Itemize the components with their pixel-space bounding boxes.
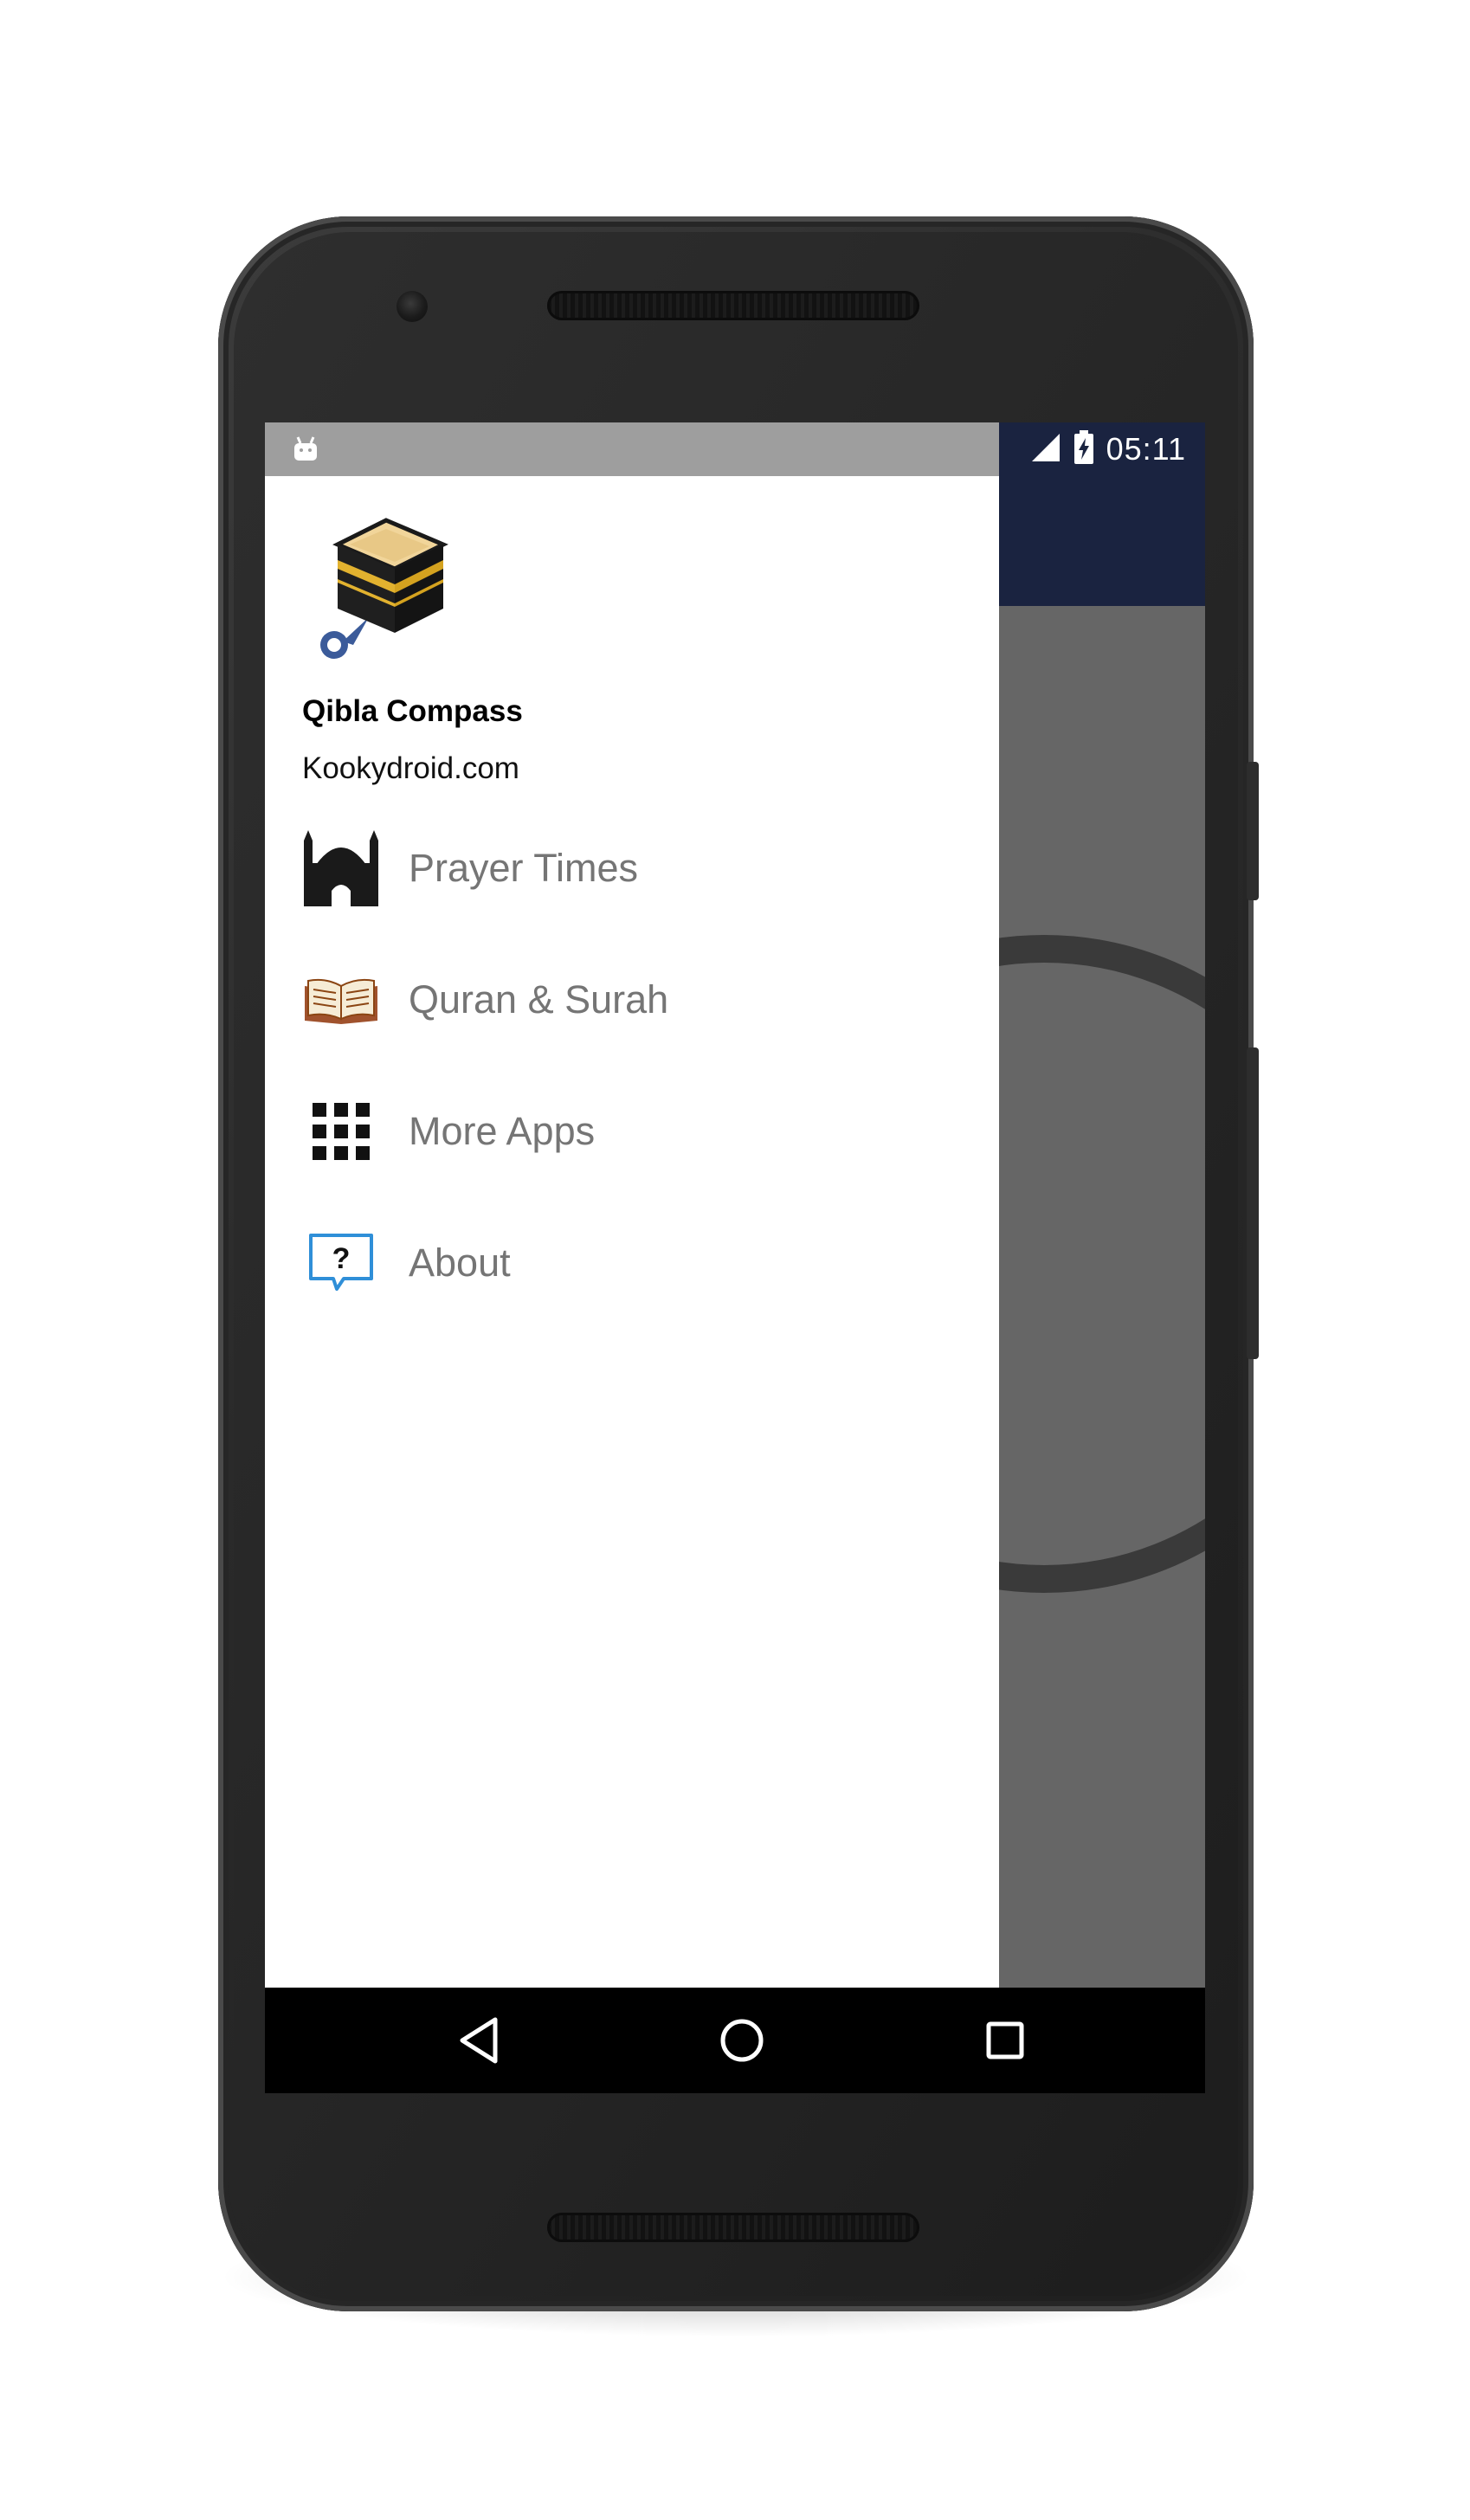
menu-label-about: About	[409, 1241, 511, 1285]
menu-label-prayer-times: Prayer Times	[409, 846, 639, 890]
power-button	[1247, 762, 1259, 900]
battery-charging-icon	[1073, 429, 1094, 469]
kaaba-compass-logo	[308, 515, 455, 667]
front-camera	[397, 291, 428, 322]
navigation-drawer: Qibla Compass Kookydroid.com Prayer Time	[265, 476, 999, 1988]
device-mockup: 05:11 Qibla Compass Kookydroid.com Praye…	[0, 0, 1470, 2520]
menu-label-quran-surah: Quran & Surah	[409, 977, 669, 1022]
bottom-speaker-grille	[547, 2213, 919, 2242]
menu-label-more-apps: More Apps	[409, 1109, 596, 1153]
home-icon[interactable]	[712, 2010, 772, 2071]
recents-icon[interactable]	[975, 2010, 1035, 2071]
menu-item-quran-surah[interactable]: Quran & Surah	[265, 944, 999, 1056]
signal-icon	[1030, 432, 1061, 467]
top-speaker-grille	[547, 291, 919, 320]
grid-apps-icon	[298, 1088, 384, 1175]
app-website: Kookydroid.com	[302, 751, 519, 785]
question-bubble-icon: ?	[298, 1220, 384, 1306]
screen: 05:11 Qibla Compass Kookydroid.com Praye…	[265, 422, 1205, 2093]
menu-item-about[interactable]: ? About	[265, 1207, 999, 1319]
android-debug-icon	[291, 435, 320, 468]
status-bar-drawer-overlay	[265, 422, 999, 476]
menu-item-more-apps[interactable]: More Apps	[265, 1075, 999, 1188]
mosque-icon	[298, 825, 384, 912]
quran-book-icon	[298, 957, 384, 1043]
back-icon[interactable]	[448, 2010, 509, 2071]
svg-text:?: ?	[332, 1242, 351, 1275]
volume-button	[1247, 1047, 1259, 1359]
status-time: 05:11	[1106, 431, 1186, 467]
menu-item-prayer-times[interactable]: Prayer Times	[265, 812, 999, 925]
status-icons: 05:11	[1030, 422, 1186, 476]
app-name: Qibla Compass	[302, 694, 523, 728]
status-bar: 05:11	[265, 422, 1205, 476]
system-nav-bar	[265, 1988, 1205, 2093]
